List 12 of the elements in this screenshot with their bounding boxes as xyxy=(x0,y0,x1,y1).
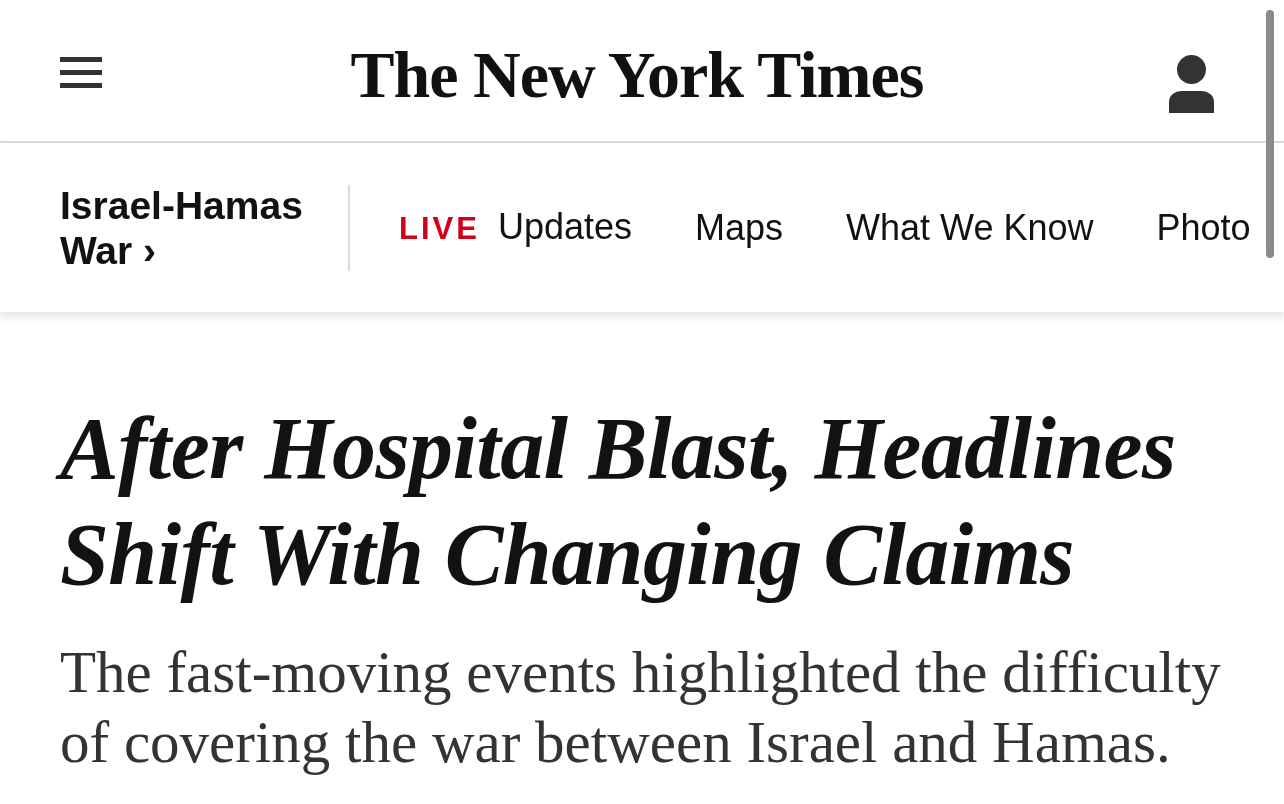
headline: After Hospital Blast, Headlines Shift With Changing Claims xyxy=(48,396,1254,608)
summary: The fast-moving events highlighted the difficulty of covering the war between Israel and Hamas. xyxy=(60,638,1222,777)
nav-link[interactable]: Maps xyxy=(695,205,784,250)
menu-button[interactable] xyxy=(60,57,102,88)
person-icon xyxy=(1169,54,1214,113)
live-updates-link[interactable]: LIVE Updates xyxy=(399,204,632,251)
nav-link[interactable]: What We Know xyxy=(846,205,1094,250)
menu-icon xyxy=(60,57,102,88)
logo[interactable]: The New York Times xyxy=(350,34,924,115)
account-button[interactable] xyxy=(1169,54,1214,113)
section-link[interactable]: Israel-Hamas War › xyxy=(60,182,316,273)
nav-link[interactable]: Photo xyxy=(1156,205,1251,250)
